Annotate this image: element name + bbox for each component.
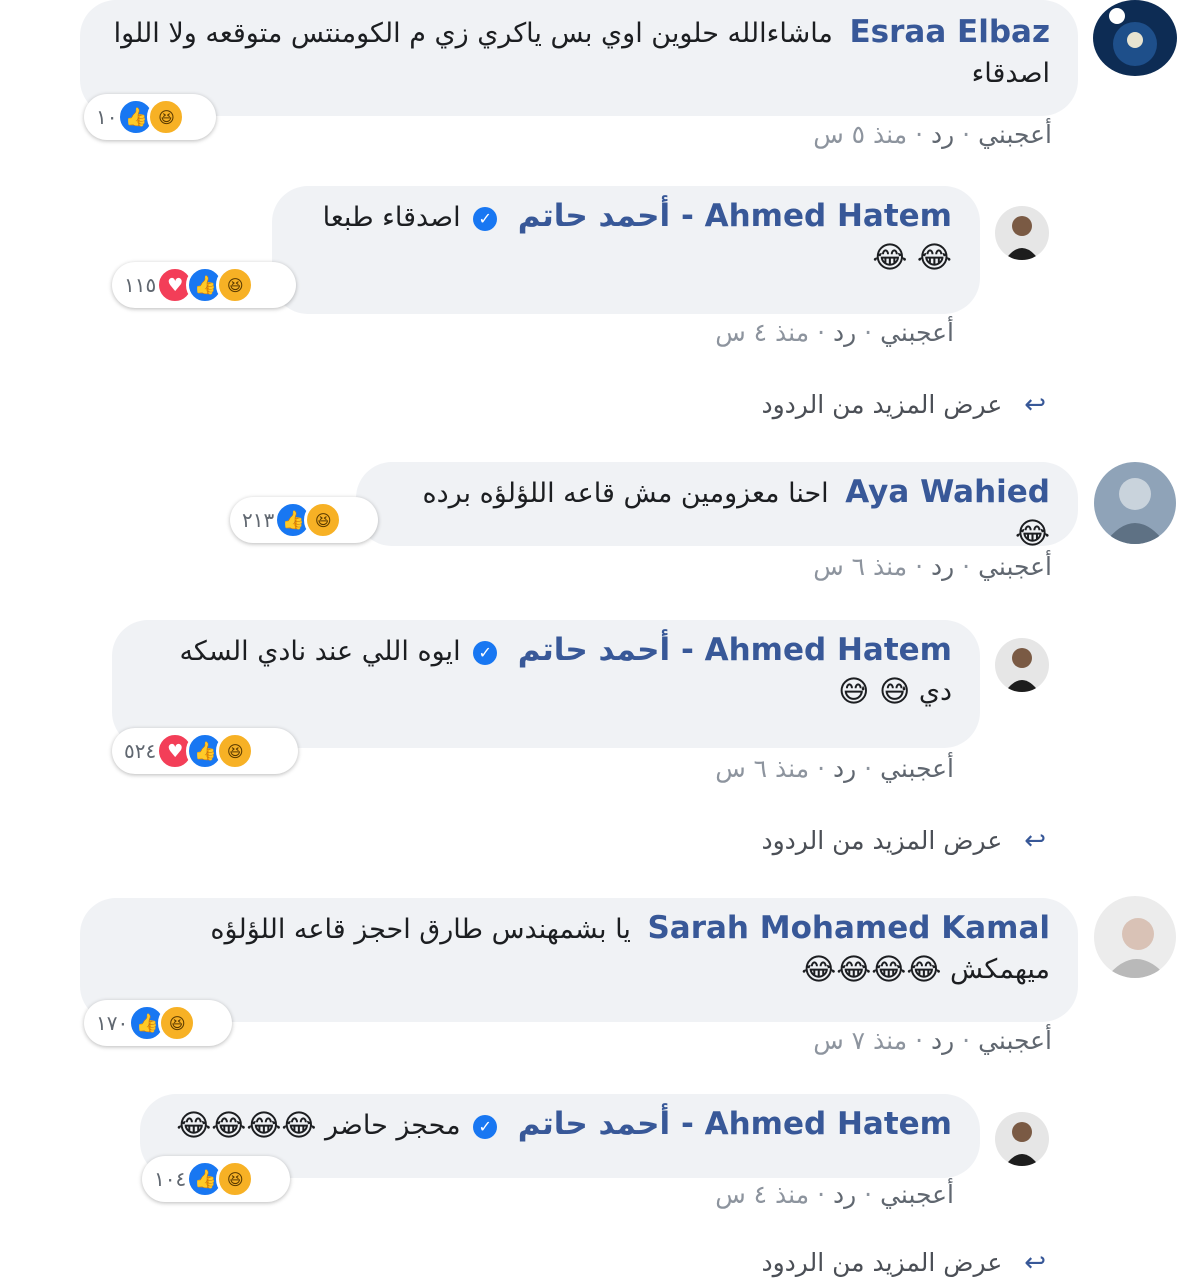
reply-arrow-icon: ↩: [1024, 390, 1046, 420]
comment-bubble: Aya Wahied احنا معزومين مش قاعه اللؤلؤه …: [356, 462, 1078, 552]
comment-author[interactable]: Ahmed Hatem - أحمد حاتم: [518, 632, 952, 668]
reply-arrow-icon: ↩: [1024, 826, 1046, 856]
comment-actions: أعجبني · رد · منذ ٦ س: [715, 754, 954, 783]
comment-emoji: 😅 😅: [838, 674, 911, 710]
avatar[interactable]: [995, 638, 1049, 692]
reply-link[interactable]: رد: [833, 1180, 856, 1209]
comment-actions: أعجبني · رد · منذ ٤ س: [715, 318, 954, 347]
comment-timestamp[interactable]: منذ ٥ س: [813, 120, 907, 149]
reply-link[interactable]: رد: [931, 1026, 954, 1055]
reaction-summary[interactable]: ١١٥ ♥ 👍 😆: [112, 262, 296, 308]
like-link[interactable]: أعجبني: [880, 1180, 954, 1209]
avatar[interactable]: [1094, 462, 1176, 544]
haha-icon: 😆: [216, 1160, 255, 1198]
comment-timestamp[interactable]: منذ ٦ س: [715, 754, 809, 783]
like-link[interactable]: أعجبني: [880, 318, 954, 347]
reply-arrow-icon: ↩: [1024, 1248, 1046, 1278]
view-more-label: عرض المزيد من الردود: [761, 826, 1003, 855]
reaction-summary[interactable]: ١٠٤ 👍 😆: [142, 1156, 290, 1202]
comment-author[interactable]: Sarah Mohamed Kamal: [647, 910, 1050, 946]
reaction-count: ٥٢٤: [124, 739, 157, 763]
reaction-count: ١٧٠: [96, 1011, 129, 1035]
like-link[interactable]: أعجبني: [978, 1026, 1052, 1055]
avatar[interactable]: [995, 1112, 1049, 1166]
comment-actions: أعجبني · رد · منذ ٥ س: [813, 120, 1052, 149]
view-more-replies[interactable]: ↩ عرض المزيد من الردود: [761, 826, 1046, 856]
like-link[interactable]: أعجبني: [978, 120, 1052, 149]
reaction-summary[interactable]: ١٧٠ 👍 😆: [84, 1000, 232, 1046]
reply-link[interactable]: رد: [931, 552, 954, 581]
comment-actions: أعجبني · رد · منذ ٧ س: [813, 1026, 1052, 1055]
reaction-summary[interactable]: ٥٢٤ ♥ 👍 😆: [112, 728, 298, 774]
comment-timestamp[interactable]: منذ ٧ س: [813, 1026, 907, 1055]
comment-emoji: 😂😂😂😂: [801, 952, 942, 988]
view-more-replies[interactable]: ↩ عرض المزيد من الردود: [761, 1248, 1046, 1278]
view-more-label: عرض المزيد من الردود: [761, 1248, 1003, 1277]
avatar[interactable]: [1093, 0, 1177, 76]
avatar[interactable]: [1094, 896, 1176, 978]
verified-badge-icon: ✓: [473, 1114, 498, 1139]
haha-icon: 😆: [216, 732, 255, 770]
avatar[interactable]: [995, 206, 1049, 260]
comment-author[interactable]: Esraa Elbaz: [849, 14, 1050, 50]
verified-badge-icon: ✓: [473, 640, 498, 665]
comment-author[interactable]: Ahmed Hatem - أحمد حاتم: [518, 198, 952, 234]
like-link[interactable]: أعجبني: [880, 754, 954, 783]
reaction-count: ١١٥: [124, 273, 157, 297]
like-link[interactable]: أعجبني: [978, 552, 1052, 581]
reply-link[interactable]: رد: [833, 318, 856, 347]
reaction-count: ١٠: [96, 105, 118, 129]
comment-thread: Esraa Elbaz ماشاءالله حلوين اوي بس ياكري…: [0, 0, 1200, 1278]
comment-timestamp[interactable]: منذ ٤ س: [715, 1180, 809, 1209]
reaction-summary[interactable]: ٢١٣ 👍 😆: [230, 497, 378, 543]
comment-bubble: Esraa Elbaz ماشاءالله حلوين اوي بس ياكري…: [80, 0, 1078, 116]
comment-timestamp[interactable]: منذ ٤ س: [715, 318, 809, 347]
haha-icon: 😆: [216, 266, 255, 304]
haha-icon: 😆: [147, 98, 186, 136]
reply-link[interactable]: رد: [931, 120, 954, 149]
comment-bubble: Ahmed Hatem - أحمد حاتم ✓ اصدقاء طبعا 😂 …: [272, 186, 980, 314]
comment-bubble: Sarah Mohamed Kamal يا بشمهندس طارق احجز…: [80, 898, 1078, 1022]
reply-link[interactable]: رد: [833, 754, 856, 783]
reaction-count: ٢١٣: [242, 508, 275, 532]
haha-icon: 😆: [158, 1004, 197, 1042]
comment-emoji: 😂😂😂😂: [176, 1108, 317, 1144]
comment-actions: أعجبني · رد · منذ ٤ س: [715, 1180, 954, 1209]
comment-author[interactable]: Ahmed Hatem - أحمد حاتم: [518, 1106, 952, 1142]
comment-timestamp[interactable]: منذ ٦ س: [813, 552, 907, 581]
reaction-count: ١٠٤: [154, 1167, 187, 1191]
view-more-label: عرض المزيد من الردود: [761, 390, 1003, 419]
comment-text: محجز حاضر: [325, 1110, 461, 1141]
comment-emoji: 😂 😂: [872, 240, 952, 276]
verified-badge-icon: ✓: [473, 206, 498, 231]
view-more-replies[interactable]: ↩ عرض المزيد من الردود: [761, 390, 1046, 420]
comment-actions: أعجبني · رد · منذ ٦ س: [813, 552, 1052, 581]
reaction-summary[interactable]: ١٠ 👍 😆: [84, 94, 216, 140]
comment-author[interactable]: Aya Wahied: [845, 474, 1050, 510]
haha-icon: 😆: [304, 501, 343, 539]
comment-emoji: 😂: [1014, 516, 1050, 552]
comment-text: احنا معزومين مش قاعه اللؤلؤه برده: [422, 478, 829, 509]
comment-text: اصدقاء طبعا: [322, 202, 461, 233]
